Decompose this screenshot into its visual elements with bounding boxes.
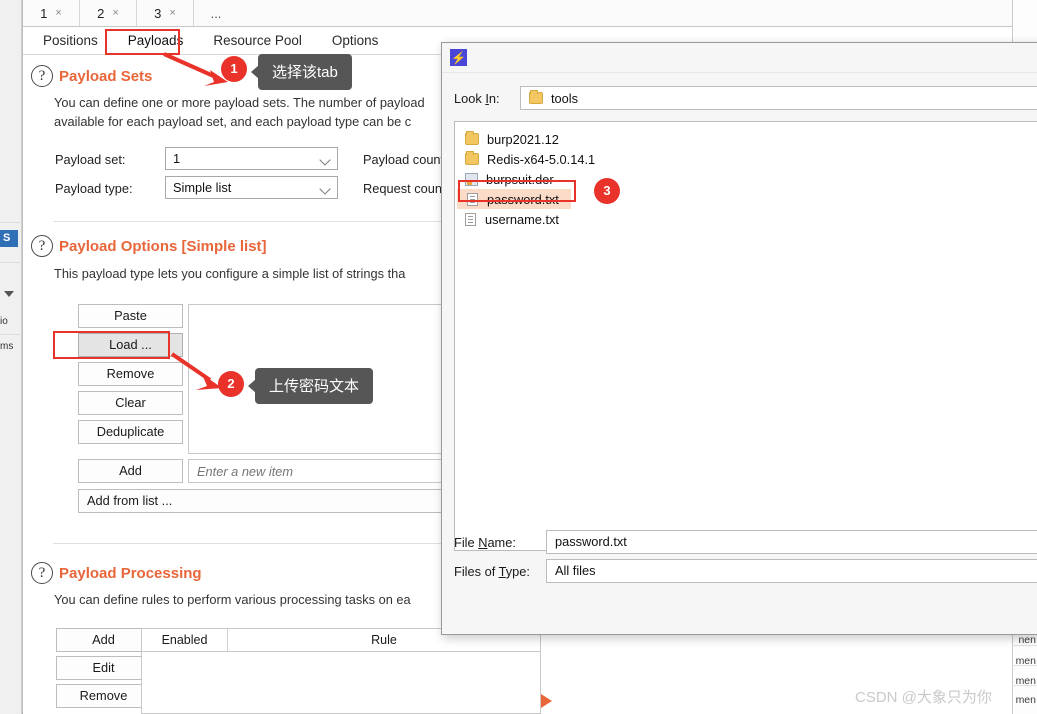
files-of-type-label: Files of Type:: [454, 564, 530, 579]
rail-text-fragment: ms: [0, 341, 14, 352]
load-button[interactable]: Load ...: [78, 333, 183, 357]
deduplicate-button[interactable]: Deduplicate: [78, 420, 183, 444]
payload-processing-description: You can define rules to perform various …: [54, 592, 411, 607]
lightning-bolt-icon: ⚡: [450, 49, 467, 66]
file-name: burpsuit.der: [486, 171, 554, 187]
payload-processing-table[interactable]: Enabled Rule: [141, 628, 541, 714]
payload-type-value: Simple list: [173, 180, 232, 195]
attack-tab-3[interactable]: 3 ×: [137, 0, 194, 26]
list-item-selected[interactable]: password.txt: [457, 189, 571, 209]
annotation-badge-1: 1: [221, 56, 247, 82]
look-in-select[interactable]: tools: [520, 86, 1037, 110]
file-list[interactable]: burp2021.12 Redis-x64-5.0.14.1 burpsuit.…: [454, 121, 1037, 551]
question-icon[interactable]: ?: [31, 235, 53, 257]
annotation-bubble-2: 上传密码文本: [247, 368, 374, 404]
list-item[interactable]: burp2021.12: [455, 129, 1037, 149]
payload-options-title: Payload Options [Simple list]: [59, 238, 267, 255]
clear-button[interactable]: Clear: [78, 391, 183, 415]
play-icon[interactable]: [541, 694, 552, 708]
question-icon[interactable]: ?: [31, 562, 53, 584]
attack-tab-label: 1: [40, 5, 48, 21]
close-icon[interactable]: ×: [55, 7, 61, 19]
file-name: username.txt: [485, 211, 559, 227]
attack-tab-label: 2: [97, 5, 105, 21]
file-name-input[interactable]: password.txt: [546, 530, 1037, 554]
close-icon[interactable]: ×: [169, 7, 175, 19]
rail-divider: [0, 334, 22, 335]
rail-divider: [0, 222, 22, 223]
close-icon[interactable]: ×: [112, 7, 118, 19]
chevron-down-icon: [319, 154, 331, 166]
add-payload-button[interactable]: Add: [78, 459, 183, 483]
attack-tab-more[interactable]: ...: [194, 0, 238, 26]
attack-tab-1[interactable]: 1 ×: [23, 0, 80, 26]
sliver-text-fragment: men: [1015, 675, 1036, 687]
sliver-text-fragment: nen: [1018, 634, 1036, 646]
question-icon[interactable]: ?: [31, 65, 53, 87]
rail-badge[interactable]: S: [0, 230, 18, 247]
sliver-text-fragment: men: [1015, 655, 1036, 667]
screenshot-root: S io ms 1 × 2 × 3 × ... Positions Payloa…: [0, 0, 1037, 714]
attack-tab-2[interactable]: 2 ×: [80, 0, 137, 26]
file-name-label-wrap: File Name:: [454, 535, 516, 550]
files-of-type-label-wrap: Files of Type:: [454, 564, 530, 579]
remove-button[interactable]: Remove: [78, 362, 183, 386]
payload-type-label: Payload type:: [55, 181, 133, 196]
folder-icon: [465, 131, 479, 145]
payload-sets-title: Payload Sets: [59, 68, 153, 85]
list-item[interactable]: username.txt: [455, 209, 1037, 229]
file-name-label: File Name:: [454, 535, 516, 550]
folder-icon: [529, 90, 543, 104]
file-name: Redis-x64-5.0.14.1: [487, 151, 596, 167]
list-item[interactable]: burpsuit.der: [455, 169, 1037, 189]
list-item[interactable]: Redis-x64-5.0.14.1: [455, 149, 1037, 169]
annotation-bubble-1: 选择该tab: [251, 54, 352, 90]
rail-divider: [0, 262, 22, 263]
payload-set-value: 1: [173, 151, 181, 166]
payload-sets-description: You can define one or more payload sets.…: [54, 95, 425, 129]
section-divider: [53, 221, 473, 222]
payload-type-select[interactable]: Simple list: [165, 176, 338, 199]
file-chooser-dialog: ⚡ Look In: tools burp2021.12 Redis-x64-5…: [441, 42, 1037, 635]
text-file-icon: [467, 192, 478, 206]
payload-processing-title: Payload Processing: [59, 565, 202, 582]
processing-remove-button[interactable]: Remove: [56, 684, 151, 708]
processing-edit-button[interactable]: Edit: [56, 656, 151, 680]
file-name: password.txt: [487, 191, 559, 207]
files-of-type-select[interactable]: All files: [546, 559, 1037, 583]
processing-add-button[interactable]: Add: [56, 628, 151, 652]
annotation-badge-3: 3: [594, 178, 620, 204]
look-in-label-wrap: Look In:: [454, 91, 500, 106]
sliver-text-fragment: men: [1015, 694, 1036, 706]
column-enabled: Enabled: [142, 629, 228, 651]
payload-set-select[interactable]: 1: [165, 147, 338, 170]
payload-options-description: This payload type lets you configure a s…: [54, 266, 406, 281]
tab-positions[interactable]: Positions: [29, 29, 112, 52]
chevron-down-icon[interactable]: [4, 291, 14, 297]
paste-button[interactable]: Paste: [78, 304, 183, 328]
tab-options[interactable]: Options: [318, 29, 393, 52]
tab-payloads[interactable]: Payloads: [114, 29, 198, 52]
attack-tab-strip: 1 × 2 × 3 × ...: [23, 0, 1013, 27]
look-in-label: Look In:: [454, 91, 500, 106]
watermark: CSDN @大象只为你: [855, 689, 992, 706]
dialog-title-bar: ⚡: [442, 43, 1037, 73]
section-divider: [53, 543, 473, 544]
rail-text-fragment: io: [0, 316, 8, 327]
left-rail: [0, 0, 22, 714]
look-in-value: tools: [551, 90, 579, 106]
file-name: burp2021.12: [487, 131, 559, 147]
attack-tab-label: 3: [154, 5, 162, 21]
chevron-down-icon: [319, 183, 331, 195]
certificate-icon: [465, 172, 478, 186]
text-file-icon: [465, 212, 476, 226]
payload-set-label: Payload set:: [55, 152, 126, 167]
add-from-list-button[interactable]: Add from list ...: [78, 489, 488, 513]
annotation-badge-2: 2: [218, 371, 244, 397]
tab-resource-pool[interactable]: Resource Pool: [199, 29, 316, 52]
folder-icon: [465, 151, 479, 165]
